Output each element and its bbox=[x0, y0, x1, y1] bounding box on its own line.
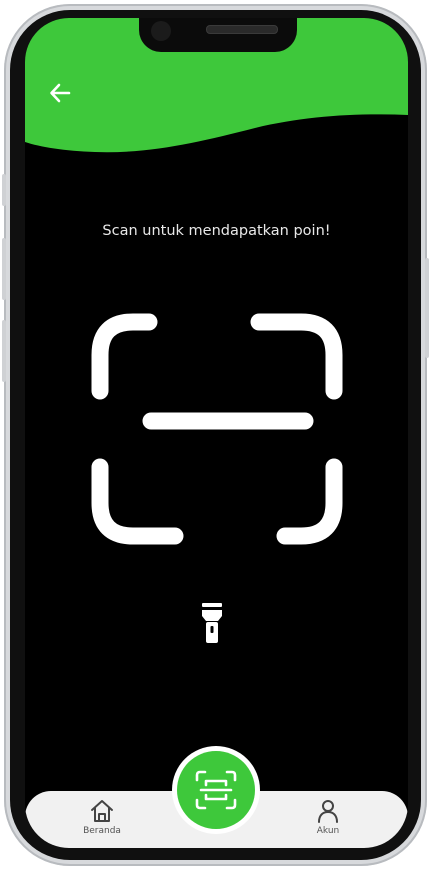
nav-item-akun[interactable]: Akun bbox=[298, 798, 358, 844]
arrow-left-icon bbox=[50, 83, 71, 103]
scan-prompt: Scan untuk mendapatkan poin! bbox=[102, 223, 331, 239]
side-button-volume-up bbox=[2, 238, 6, 300]
qr-scan-icon bbox=[195, 770, 237, 810]
flashlight-icon bbox=[202, 603, 222, 643]
front-camera bbox=[151, 21, 171, 41]
scan-frame-icon bbox=[91, 313, 343, 545]
side-button-power bbox=[425, 258, 429, 358]
back-button[interactable] bbox=[45, 78, 75, 108]
home-icon bbox=[91, 800, 113, 822]
side-button-volume-down bbox=[2, 320, 6, 382]
device-mockup: Scan untuk mendapatkan poin! Beranda Aku… bbox=[0, 0, 431, 873]
nav-item-beranda[interactable]: Beranda bbox=[72, 798, 132, 844]
user-icon bbox=[318, 800, 338, 823]
scan-fab-button[interactable] bbox=[177, 751, 255, 829]
app-screen: Scan untuk mendapatkan poin! Beranda Aku… bbox=[25, 18, 408, 848]
side-button-mute bbox=[2, 174, 6, 206]
flashlight-button[interactable] bbox=[195, 601, 229, 651]
speaker-grille bbox=[206, 25, 278, 34]
nav-label-beranda: Beranda bbox=[83, 826, 121, 836]
nav-label-akun: Akun bbox=[316, 826, 340, 836]
